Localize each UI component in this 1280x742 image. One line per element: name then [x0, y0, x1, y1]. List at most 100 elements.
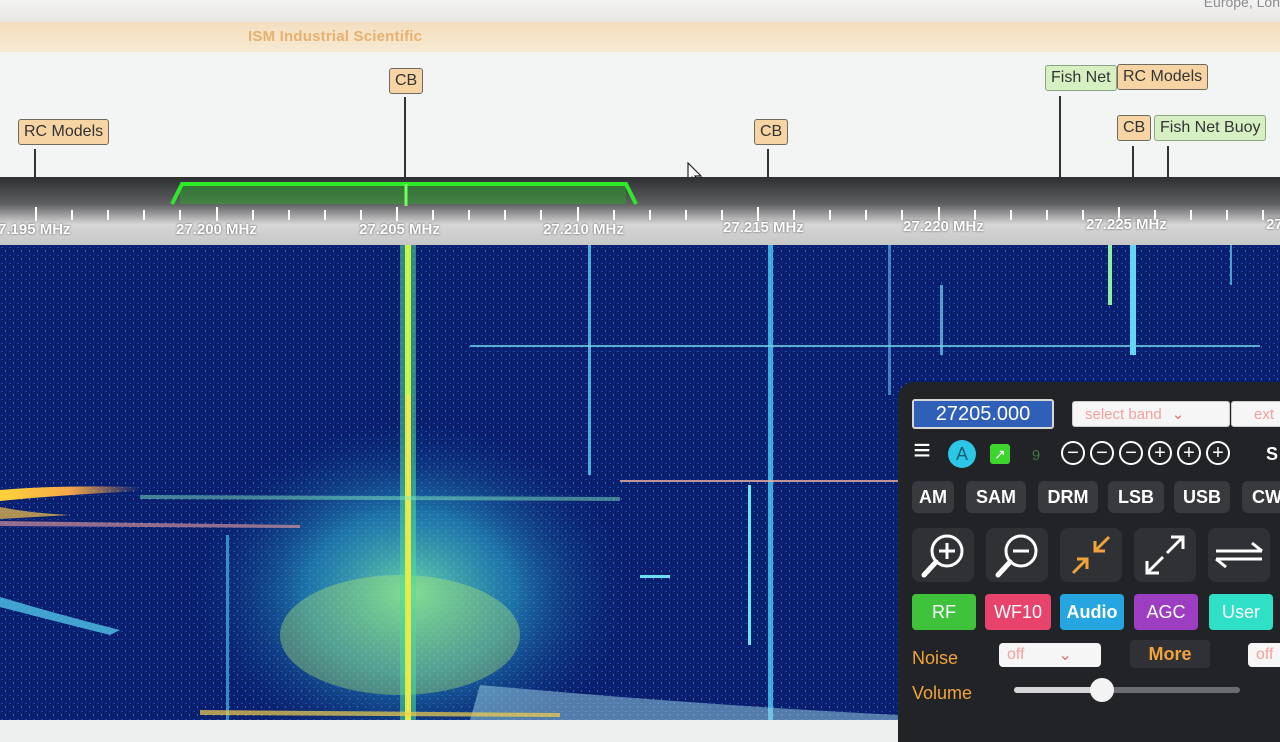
mode-drm-button[interactable]: DRM — [1038, 481, 1098, 513]
control-audio-button[interactable]: Audio — [1060, 594, 1124, 630]
label-stem — [1132, 146, 1134, 177]
minor-tick — [468, 210, 471, 220]
mode-am-button[interactable]: AM — [912, 481, 954, 513]
band-bar[interactable]: ISM Industrial Scientific — [0, 22, 1280, 52]
major-tick — [576, 207, 579, 221]
dx-label-cb[interactable]: CB — [754, 119, 789, 145]
major-tick — [215, 207, 218, 221]
minor-tick — [359, 210, 362, 220]
swap-button[interactable] — [1208, 528, 1270, 582]
ext-select-label: ext — [1254, 405, 1275, 423]
minor-tick — [287, 210, 290, 220]
scale-label: 27.220 MHz — [903, 218, 984, 235]
minor-tick — [1226, 210, 1229, 220]
nine-indicator[interactable]: 9 — [1026, 444, 1046, 466]
zoom-in-icon — [921, 534, 964, 578]
external-link-icon[interactable]: ↗ — [990, 444, 1010, 464]
minor-tick — [612, 210, 615, 220]
volume-slider[interactable] — [1014, 678, 1240, 702]
dx-label-cb[interactable]: CB — [1117, 115, 1152, 141]
volume-slider-thumb[interactable] — [1090, 678, 1115, 702]
step-up-icon[interactable]: + — [1148, 441, 1172, 465]
step-down-icon[interactable]: − — [1061, 441, 1085, 465]
label-stem — [1059, 96, 1061, 177]
dx-label-fish-net[interactable]: Fish Net — [1045, 65, 1117, 91]
scale-label: 27 — [1266, 216, 1280, 233]
volume-slider-fill — [1014, 687, 1103, 693]
zoom-max-out-button[interactable] — [1134, 528, 1196, 582]
minor-tick — [1081, 210, 1084, 220]
spectrum-button-partial[interactable]: S — [1262, 440, 1280, 468]
minor-tick — [504, 210, 507, 220]
right-select-value: off — [1256, 646, 1274, 663]
control-wf10-button[interactable]: WF10 — [985, 594, 1051, 630]
step-down-icon[interactable]: − — [1090, 441, 1114, 465]
auto-mode-button[interactable]: A — [948, 440, 976, 468]
minor-tick — [684, 210, 687, 220]
dx-label-rc-models[interactable]: RC Models — [18, 119, 110, 145]
mode-lsb-button[interactable]: LSB — [1108, 481, 1164, 513]
right-select-partial[interactable]: off — [1248, 643, 1280, 667]
major-tick — [35, 207, 37, 221]
minor-tick — [829, 210, 832, 220]
top-strip: Europe, Lon — [0, 0, 1280, 22]
location-text: Europe, Lon — [1203, 0, 1280, 10]
minor-tick — [1262, 210, 1265, 220]
band-select[interactable]: select band ⌄ — [1072, 401, 1230, 427]
zoom-out-button[interactable] — [986, 528, 1048, 582]
hamburger-menu-icon[interactable]: ≡ — [908, 434, 936, 467]
scale-label: 27.225 MHz — [1086, 216, 1167, 233]
scale-label: 27.215 MHz — [723, 219, 804, 236]
minor-tick — [323, 210, 326, 220]
band-name: ISM Industrial Scientific — [248, 28, 423, 45]
minor-tick — [107, 210, 110, 220]
frequency-scale[interactable]: 7.195 MHz 27.200 MHz 27.205 MHz 27.210 M… — [0, 177, 1280, 245]
scale-label: 7.195 MHz — [0, 221, 71, 238]
minor-tick — [251, 210, 254, 220]
dx-label-rc-models[interactable]: RC Models — [1117, 64, 1209, 90]
minor-tick — [71, 210, 74, 220]
more-button[interactable]: More — [1130, 640, 1210, 668]
minor-tick — [143, 210, 146, 220]
chevron-down-icon: ⌄ — [1171, 406, 1185, 423]
dx-labels-area: RC Models CB CB Fish Net RC Models CB Fi… — [0, 52, 1280, 185]
zoom-in-button[interactable] — [912, 528, 974, 582]
minor-tick — [1009, 210, 1012, 220]
zoom-to-band-button[interactable] — [1060, 528, 1122, 582]
arrows-outward-icon — [1145, 535, 1185, 575]
mode-cw-button[interactable]: CW — [1242, 481, 1280, 513]
mode-usb-button[interactable]: USB — [1174, 481, 1230, 513]
frequency-input[interactable] — [912, 399, 1054, 429]
minor-tick — [1190, 210, 1193, 220]
zoom-out-icon — [995, 534, 1038, 578]
scale-label: 27.205 MHz — [359, 221, 440, 238]
scale-label: 27.200 MHz — [176, 221, 257, 238]
step-down-icon[interactable]: − — [1119, 441, 1143, 465]
dx-label-cb[interactable]: CB — [389, 68, 424, 94]
minor-tick — [1045, 210, 1048, 220]
minor-tick — [648, 210, 651, 220]
arrows-inward-icon — [1071, 535, 1111, 575]
step-up-icon[interactable]: + — [1206, 441, 1230, 465]
label-stem — [767, 149, 769, 177]
label-stem — [34, 149, 36, 177]
minor-tick — [540, 210, 543, 220]
scale-label: 27.210 MHz — [543, 221, 624, 238]
label-stem — [404, 97, 406, 177]
minor-tick — [432, 210, 435, 220]
passband-indicator[interactable] — [170, 180, 638, 208]
dx-label-fish-net-buoy[interactable]: Fish Net Buoy — [1154, 115, 1267, 141]
ext-select[interactable]: ext — [1231, 401, 1280, 427]
noise-select[interactable]: off ⌄ — [999, 643, 1101, 667]
mode-sam-button[interactable]: SAM — [966, 481, 1026, 513]
step-up-icon[interactable]: + — [1177, 441, 1201, 465]
control-rf-button[interactable]: RF — [912, 594, 976, 630]
major-tick — [396, 207, 398, 221]
label-stem — [1167, 146, 1169, 177]
more-label: More — [1148, 643, 1192, 664]
volume-label: Volume — [912, 683, 973, 703]
double-arrow-icon — [1215, 541, 1263, 569]
control-agc-button[interactable]: AGC — [1134, 594, 1198, 630]
control-user-button[interactable]: User — [1209, 594, 1273, 630]
auto-mode-label: A — [955, 443, 968, 464]
